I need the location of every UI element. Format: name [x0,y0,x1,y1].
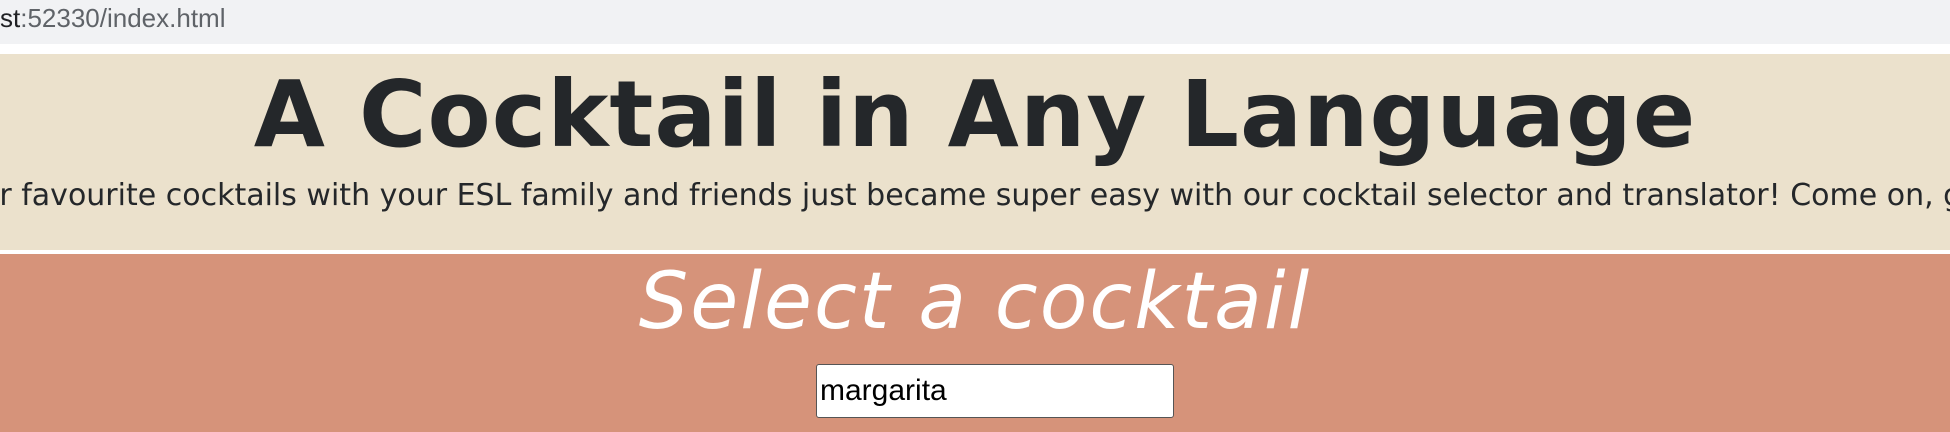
page-header: A Cocktail in Any Language our favourite… [0,54,1950,250]
browser-address-bar[interactable]: st:52330/index.html [0,0,1950,45]
cocktail-select-section: Select a cocktail [0,254,1950,432]
top-spacer [0,44,1950,54]
page-title: A Cocktail in Any Language [253,61,1697,168]
cocktail-search-input[interactable] [816,364,1174,418]
page-tagline: our favourite cocktails with your ESL fa… [0,178,1950,213]
url-text[interactable]: st:52330/index.html [0,0,225,36]
select-cocktail-heading: Select a cocktail [638,257,1312,347]
url-path: :52330/index.html [20,3,226,33]
url-host: st [0,3,21,33]
